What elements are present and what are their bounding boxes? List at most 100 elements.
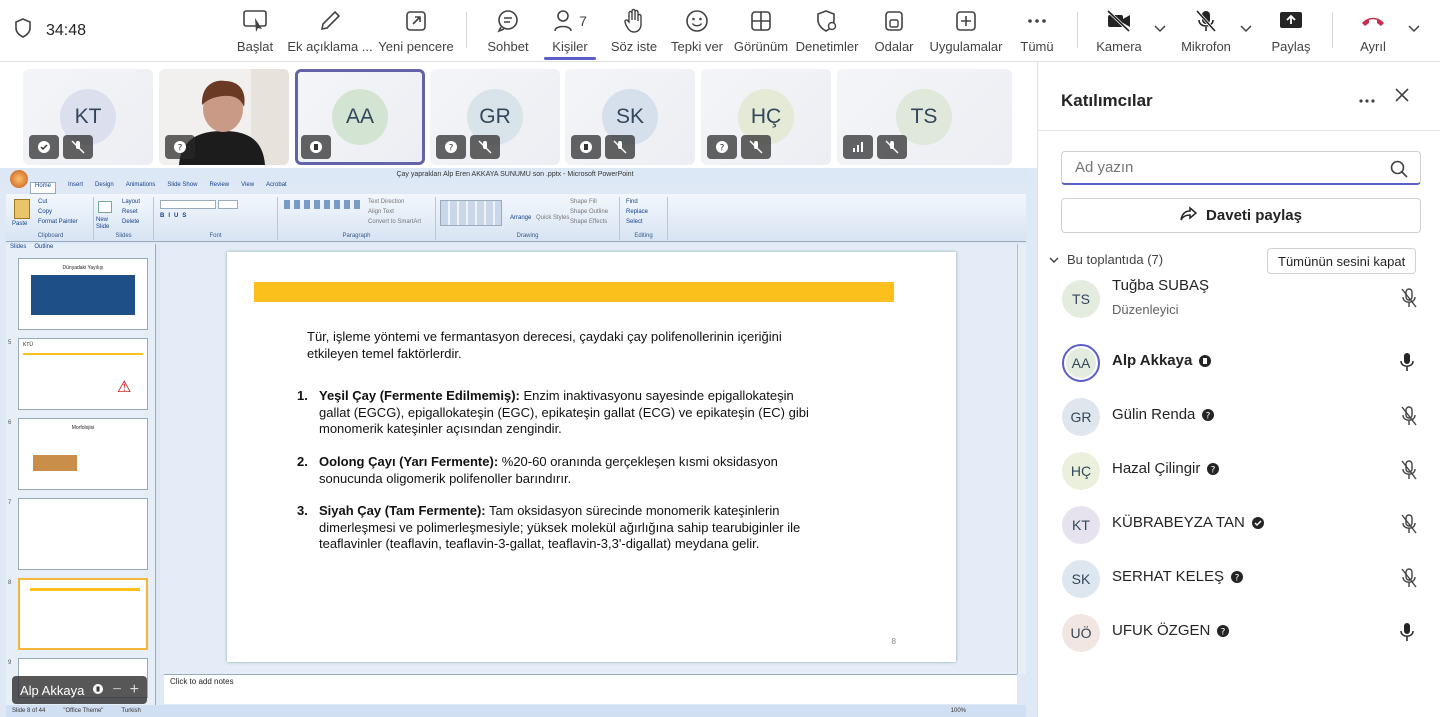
ribbon-tab-home[interactable]: Home: [30, 182, 57, 194]
item-number: 2.: [297, 454, 308, 469]
office-button[interactable]: [10, 170, 28, 188]
outline-tab[interactable]: Outline: [34, 244, 53, 250]
new-window-button[interactable]: Yeni pencere: [378, 0, 454, 62]
ribbon-tab-animations[interactable]: Animations: [126, 182, 156, 194]
participant-row[interactable]: HÇ Hazal Çilingir?: [1038, 444, 1440, 496]
search-input[interactable]: [1062, 152, 1362, 182]
quick-styles-button[interactable]: Quick Styles: [536, 215, 569, 221]
shape-fill-button[interactable]: Shape Fill: [570, 199, 597, 205]
view-button[interactable]: Görünüm: [733, 0, 789, 62]
ribbon-tab-slideshow[interactable]: Slide Show: [167, 182, 197, 194]
mic-off-icon[interactable]: [1400, 460, 1418, 485]
people-button[interactable]: 7 Kişiler: [544, 0, 596, 62]
copy-button[interactable]: Copy: [38, 209, 52, 215]
shape-effects-button[interactable]: Shape Effects: [570, 219, 607, 225]
zoom-out-icon[interactable]: −: [112, 681, 121, 699]
chevron-down-icon[interactable]: [1408, 22, 1420, 36]
microphone-button[interactable]: Mikrofon: [1180, 0, 1232, 62]
layout-button[interactable]: Layout: [122, 199, 140, 205]
chevron-down-icon[interactable]: [1240, 22, 1252, 36]
thumb-number: 7: [8, 500, 12, 506]
raise-hand-button[interactable]: Söz iste: [610, 0, 658, 62]
participant-tile-video[interactable]: ?: [159, 69, 289, 165]
more-button[interactable]: Tümü: [1018, 0, 1056, 62]
shapes-gallery[interactable]: [440, 200, 502, 226]
shape-outline-button[interactable]: Shape Outline: [570, 209, 608, 215]
ribbon-tab-acrobat[interactable]: Acrobat: [266, 182, 287, 194]
participant-tile[interactable]: KT: [23, 69, 153, 165]
list-buttons[interactable]: [284, 200, 364, 209]
align-text-button[interactable]: Align Text: [368, 209, 394, 215]
share-invite-button[interactable]: Daveti paylaş: [1061, 198, 1421, 233]
text-direction-button[interactable]: Text Direction: [368, 199, 404, 205]
ribbon-tab-review[interactable]: Review: [209, 182, 229, 194]
participant-tile[interactable]: SK: [565, 69, 695, 165]
slides-tab[interactable]: Slides: [10, 244, 26, 250]
participant-row[interactable]: AA Alp Akkaya: [1038, 336, 1440, 388]
slide-thumbnail[interactable]: Dünyadaki Yayılışı: [18, 258, 148, 330]
participant-tile[interactable]: HÇ ?: [701, 69, 831, 165]
slide-thumbnail[interactable]: [18, 498, 148, 570]
format-buttons[interactable]: BIUS: [160, 213, 190, 219]
font-size-select[interactable]: [218, 200, 238, 209]
vertical-scrollbar[interactable]: [1017, 244, 1026, 674]
ribbon-tab-design[interactable]: Design: [95, 182, 114, 194]
replace-button[interactable]: Replace: [626, 209, 648, 215]
slides-group: New Slide Layout Reset Delete Slides: [94, 197, 154, 240]
participant-tile[interactable]: TS: [837, 69, 1012, 165]
in-meeting-section-header[interactable]: Bu toplantıda (7): [1049, 252, 1163, 267]
react-button[interactable]: Tepki ver: [671, 0, 723, 62]
participant-row[interactable]: KT KÜBRABEYZA TAN: [1038, 498, 1440, 550]
camera-button[interactable]: Kamera: [1096, 0, 1142, 62]
slide-thumbnail[interactable]: KTÜ ⚠: [18, 338, 148, 410]
ribbon-tab-view[interactable]: View: [241, 182, 254, 194]
participant-tile-active[interactable]: AA: [295, 69, 425, 165]
new-slide-button[interactable]: New Slide: [96, 217, 118, 231]
delete-button[interactable]: Delete: [122, 219, 139, 225]
chevron-down-icon[interactable]: [1154, 22, 1166, 36]
rooms-button[interactable]: Odalar: [874, 0, 914, 62]
smartart-button[interactable]: Convert to SmartArt: [368, 219, 421, 225]
thumb-title: Morfolojisi: [71, 425, 95, 431]
cut-button[interactable]: Cut: [38, 199, 47, 205]
select-button[interactable]: Select: [626, 219, 643, 225]
start-button[interactable]: Başlat: [232, 0, 278, 62]
slide-thumbnail-current[interactable]: [18, 578, 148, 650]
zoom-in-icon[interactable]: +: [130, 681, 139, 699]
mic-off-icon[interactable]: [1400, 568, 1418, 593]
notes-pane[interactable]: Click to add notes: [164, 674, 1017, 704]
mic-off-icon[interactable]: [1400, 514, 1418, 539]
mic-on-icon[interactable]: [1400, 622, 1414, 647]
controls-button[interactable]: Denetimler: [796, 0, 858, 62]
format-painter-button[interactable]: Format Painter: [38, 219, 78, 225]
status-unknown-icon: ?: [436, 135, 466, 159]
leave-button[interactable]: Ayrıl: [1352, 0, 1394, 62]
slide-thumbnail[interactable]: Morfolojisi: [18, 418, 148, 490]
participant-row[interactable]: UÖ UFUK ÖZGEN?: [1038, 606, 1440, 658]
apps-button[interactable]: Uygulamalar: [930, 0, 1003, 62]
font-family-select[interactable]: [160, 200, 216, 209]
paste-button[interactable]: Paste: [12, 221, 27, 227]
mic-off-icon[interactable]: [1400, 288, 1418, 313]
participant-row[interactable]: SK SERHAT KELEŞ?: [1038, 552, 1440, 604]
participant-tile[interactable]: GR ?: [430, 69, 560, 165]
clipboard-group-label: Clipboard: [37, 233, 64, 239]
mic-off-icon[interactable]: [1400, 406, 1418, 431]
mute-all-button[interactable]: Tümünün sesini kapat: [1267, 248, 1417, 274]
arrange-button[interactable]: Arrange: [510, 215, 531, 221]
search-icon[interactable]: [1390, 160, 1408, 183]
share-screen-button[interactable]: Paylaş: [1268, 0, 1314, 62]
participant-row[interactable]: GR Gülin Renda?: [1038, 390, 1440, 442]
participant-row[interactable]: TS Tuğba SUBAŞ Düzenleyici: [1038, 272, 1440, 324]
close-icon[interactable]: [1394, 86, 1410, 109]
ribbon-tab-insert[interactable]: Insert: [68, 182, 83, 194]
leave-label: Ayrıl: [1360, 39, 1386, 54]
find-button[interactable]: Find: [626, 199, 638, 205]
rooms-label: Odalar: [874, 39, 914, 54]
mic-on-icon[interactable]: [1400, 352, 1414, 377]
annotation-button[interactable]: Ek açıklama ...: [287, 0, 373, 62]
more-options-icon[interactable]: [1358, 88, 1376, 109]
participant-name-wrap: KÜBRABEYZA TAN: [1112, 514, 1265, 531]
chat-button[interactable]: Sohbet: [486, 0, 530, 62]
reset-button[interactable]: Reset: [122, 209, 138, 215]
